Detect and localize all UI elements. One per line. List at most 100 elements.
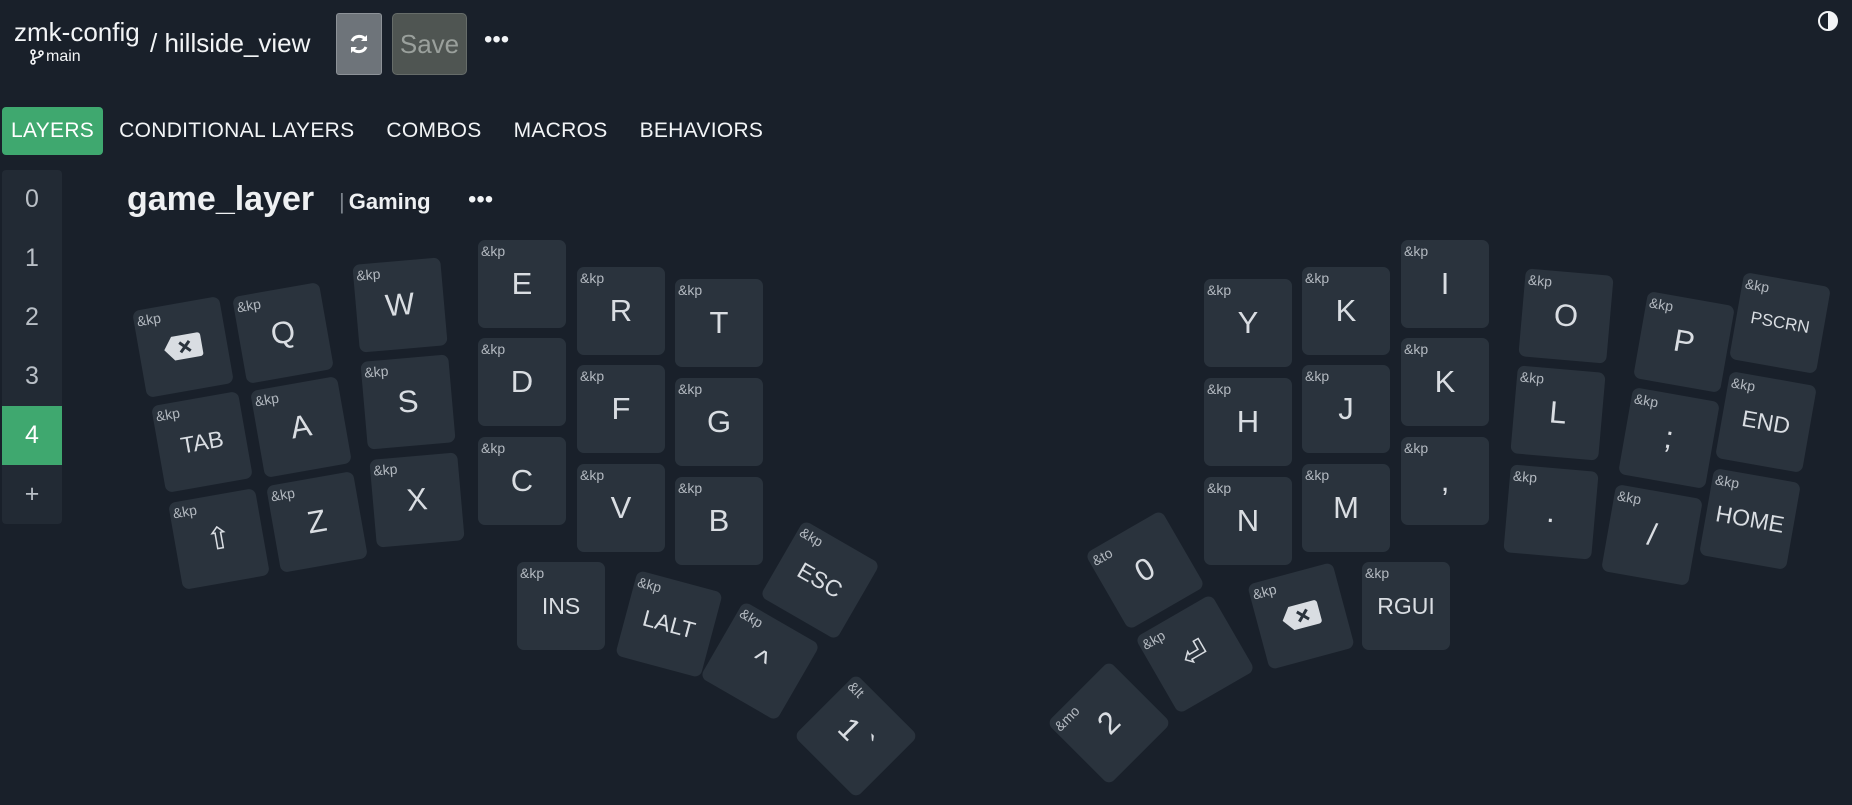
key-z[interactable]: &kp Z <box>266 471 368 573</box>
key-e[interactable]: &kp E <box>478 240 566 328</box>
key-label: Y <box>1237 305 1259 340</box>
key-label: T <box>709 305 729 340</box>
key-label: M <box>1333 490 1359 525</box>
key-m[interactable]: &kp M <box>1302 464 1390 552</box>
key-behavior: &kp <box>269 484 297 505</box>
key-label: ⇧ <box>203 519 235 558</box>
key-a[interactable]: &kp A <box>250 376 352 478</box>
key-label: HOME <box>1713 499 1787 538</box>
key-behavior: &kp <box>481 243 506 259</box>
key-pscrn[interactable]: &kp PSCRN <box>1729 272 1831 374</box>
key-label: PSCRN <box>1749 307 1812 338</box>
key-label: 1 ` <box>831 710 882 761</box>
key-behavior: &kp <box>520 565 545 581</box>
key-label: G <box>706 404 732 439</box>
key-end[interactable]: &kp END <box>1715 371 1817 473</box>
key-2[interactable]: &mo 2 <box>1046 660 1172 786</box>
key-label: H <box>1236 404 1260 439</box>
key-label: Q <box>267 313 298 352</box>
key-behavior: &kp <box>481 341 506 357</box>
key-t[interactable]: &kp T <box>675 279 763 367</box>
key-behavior: &kp <box>580 467 605 483</box>
key-label: ^ <box>745 641 776 680</box>
key-behavior: &kp <box>1207 381 1232 397</box>
keyboard-layout: &kp &kp Q &kp W &kp E &kp R &kp T &kp TAB &kp A &kp S &kp… <box>0 0 1852 805</box>
key-v[interactable]: &kp V <box>577 464 665 552</box>
key-label: ESC <box>793 556 848 603</box>
key-behavior: &kp <box>580 270 605 286</box>
key-lalt[interactable]: &kp LALT <box>615 570 723 678</box>
key-label: . <box>1545 493 1557 530</box>
key-label: ⏎ <box>1174 631 1215 676</box>
key-label: Z <box>304 502 330 541</box>
key-y[interactable]: &kp Y <box>1204 279 1292 367</box>
key-label: C <box>510 463 534 498</box>
key-h[interactable]: &kp H <box>1204 378 1292 466</box>
key-c[interactable]: &kp C <box>478 437 566 525</box>
key-symbol[interactable]: &kp / <box>1601 484 1703 586</box>
key-x[interactable]: &kp X <box>369 452 465 548</box>
key-n[interactable]: &kp N <box>1204 477 1292 565</box>
key-g[interactable]: &kp G <box>675 378 763 466</box>
key-label: K <box>1434 364 1456 399</box>
key-k[interactable]: &kp K <box>1401 338 1489 426</box>
key-behavior: &kp <box>1647 294 1675 315</box>
key-q[interactable]: &kp Q <box>232 282 334 384</box>
key-p[interactable]: &kp P <box>1633 291 1735 393</box>
key-behavior: &kp <box>1207 480 1232 496</box>
key-s[interactable]: &kp S <box>360 354 456 450</box>
key-behavior: &lt <box>844 678 868 701</box>
key-backspace[interactable]: &kp <box>1247 562 1355 670</box>
key-label: ; <box>1661 419 1677 456</box>
key-k[interactable]: &kp K <box>1302 267 1390 355</box>
key-label: END <box>1739 404 1793 439</box>
key-tab[interactable]: &kp TAB <box>151 391 253 493</box>
key-f[interactable]: &kp F <box>577 365 665 453</box>
key-symbol[interactable]: &kp, <box>1401 437 1489 525</box>
key-behavior: &kp <box>481 440 506 456</box>
key-label: B <box>708 503 730 538</box>
key-behavior: &kp <box>363 362 390 381</box>
key-behavior: &kp <box>1305 368 1330 384</box>
key-rgui[interactable]: &kp RGUI <box>1362 562 1450 650</box>
key-b[interactable]: &kp B <box>675 477 763 565</box>
key-1[interactable]: &lt 1 ` <box>793 673 919 799</box>
key-r[interactable]: &kp R <box>577 267 665 355</box>
backspace-icon <box>1282 600 1322 631</box>
key-behavior: &kp <box>1365 565 1390 581</box>
key-behavior: &kp <box>1207 282 1232 298</box>
key-behavior: &kp <box>635 573 664 596</box>
key-w[interactable]: &kp W <box>352 257 448 353</box>
key-d[interactable]: &kp D <box>478 338 566 426</box>
key-behavior: &kp <box>171 501 199 522</box>
key-behavior: &kp <box>1250 580 1279 603</box>
key-symbol[interactable]: &kp ⇧ <box>168 488 270 590</box>
key-label: , <box>1440 463 1450 498</box>
key-label: F <box>611 391 631 426</box>
key-label: W <box>383 285 417 324</box>
key-behavior: &kp <box>1527 271 1553 290</box>
key-behavior: &kp <box>736 604 766 631</box>
key-j[interactable]: &kp J <box>1302 365 1390 453</box>
key-label: N <box>1236 503 1260 538</box>
key-home[interactable]: &kp HOME <box>1699 468 1801 570</box>
key-behavior: &kp <box>355 265 382 284</box>
key-l[interactable]: &kp L <box>1510 365 1606 461</box>
key-symbol[interactable]: &kp. <box>1503 464 1599 560</box>
key-symbol[interactable]: &kp; <box>1618 387 1720 489</box>
key-behavior: &kp <box>1305 467 1330 483</box>
key-label: S <box>396 383 420 420</box>
key-behavior: &kp <box>1729 374 1757 395</box>
key-ins[interactable]: &kp INS <box>517 562 605 650</box>
key-backspace[interactable]: &kp <box>132 296 234 398</box>
key-label: 0 <box>1128 550 1161 590</box>
key-label: / <box>1644 516 1660 553</box>
key-label: K <box>1335 293 1357 328</box>
key-label: L <box>1547 394 1569 431</box>
key-behavior: &mo <box>1051 702 1083 735</box>
key-label: O <box>1552 297 1580 334</box>
key-i[interactable]: &kp I <box>1401 240 1489 328</box>
key-behavior: &kp <box>1404 341 1429 357</box>
key-o[interactable]: &kp O <box>1518 268 1614 364</box>
key-label: LALT <box>640 604 699 643</box>
